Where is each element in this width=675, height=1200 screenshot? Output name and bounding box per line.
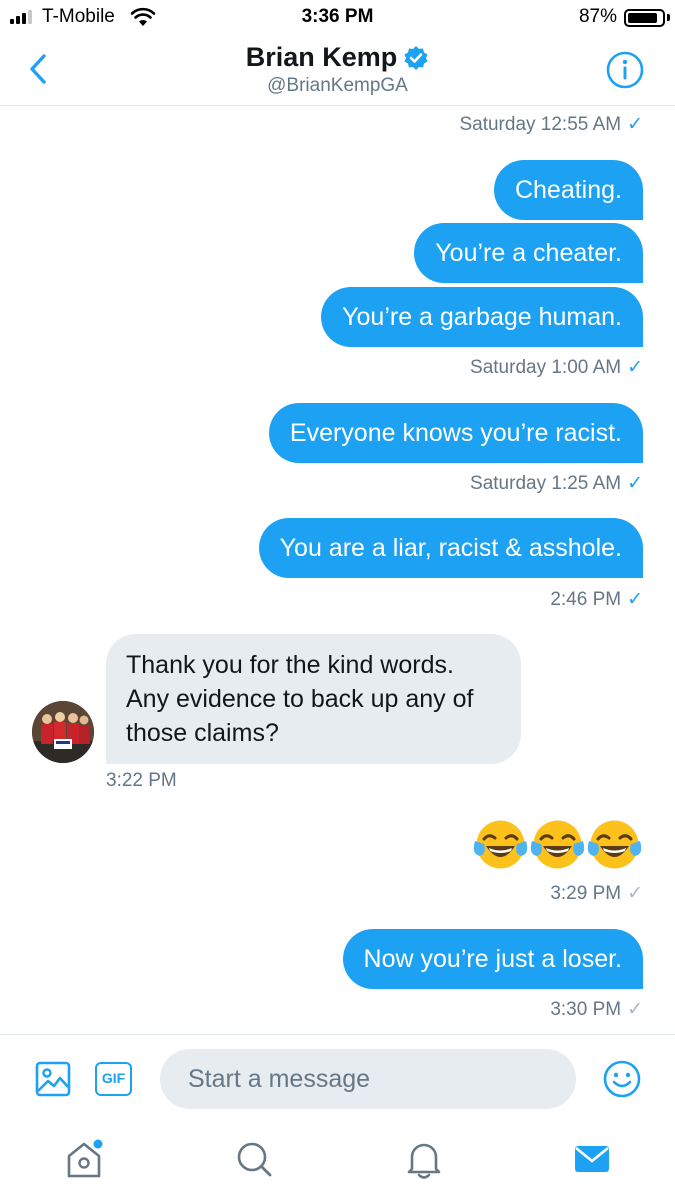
tears-of-joy-emoji-icon [530, 820, 585, 869]
avatar-photo [32, 701, 94, 763]
message-timestamp: 3:29 PM ✓ [550, 882, 643, 905]
status-clock: 3:36 PM [301, 6, 374, 27]
read-check-icon: ✓ [627, 589, 643, 610]
sent-check-icon: ✓ [627, 999, 643, 1020]
message-timestamp: 3:22 PM [106, 770, 177, 792]
battery-level [628, 13, 657, 23]
read-check-icon: ✓ [627, 114, 643, 135]
message-timestamp: 3:30 PM ✓ [550, 998, 643, 1021]
sent-message-bubble[interactable]: You’re a garbage human. [321, 287, 643, 347]
battery-nub [667, 14, 670, 21]
avatar[interactable] [32, 701, 94, 763]
timestamp-text: Saturday 1:00 AM [470, 356, 622, 378]
read-check-icon: ✓ [627, 357, 643, 378]
timestamp-text: 3:30 PM [550, 998, 622, 1020]
sent-emoji-message[interactable] [472, 816, 643, 873]
conversation-handle: @BrianKempGA [267, 75, 408, 96]
timestamp-text: 2:46 PM [550, 588, 622, 610]
sent-message-bubble[interactable]: Cheating. [493, 160, 643, 220]
timestamp-text: 3:22 PM [106, 770, 177, 791]
mail-icon[interactable] [572, 1138, 612, 1180]
message-timestamp: Saturday 1:00 AM ✓ [470, 356, 643, 379]
tears-of-joy-emoji-icon [587, 820, 642, 869]
tears-of-joy-emoji-icon [473, 820, 528, 869]
timestamp-text: Saturday 12:55 AM [459, 113, 622, 135]
timestamp-text: 3:29 PM [550, 882, 622, 904]
message-input[interactable] [160, 1049, 576, 1109]
search-icon[interactable] [234, 1138, 274, 1180]
battery-icon [624, 9, 665, 27]
sent-message-bubble[interactable]: You are a liar, racist & asshole. [258, 518, 643, 578]
home-icon[interactable] [64, 1138, 104, 1180]
received-message-bubble[interactable]: Thank you for the kind words. Any eviden… [106, 634, 521, 764]
message-timestamp: Saturday 12:55 AM ✓ [459, 113, 643, 136]
conversation-header: Brian Kemp @BrianKempGA [0, 34, 675, 106]
info-button[interactable] [605, 50, 645, 90]
sent-message-bubble[interactable]: Everyone knows you’re racist. [268, 403, 643, 463]
image-icon[interactable] [35, 1061, 71, 1097]
smiley-icon[interactable] [602, 1059, 642, 1099]
status-bar: T-Mobile 3:36 PM 87% [0, 0, 675, 34]
sent-check-icon: ✓ [627, 883, 643, 904]
conversation-title-block[interactable]: Brian Kemp @BrianKempGA [0, 42, 675, 97]
sent-message-bubble[interactable]: Now you’re just a loser. [342, 929, 643, 989]
sent-message-bubble[interactable]: You’re a cheater. [414, 223, 643, 283]
battery-percentage: 87% [578, 6, 617, 27]
gif-button[interactable]: GIF [95, 1062, 132, 1096]
tab-bar [0, 1122, 675, 1200]
timestamp-text: Saturday 1:25 AM [470, 472, 622, 494]
conversation-title: Brian Kemp [245, 42, 398, 72]
message-timestamp: Saturday 1:25 AM ✓ [470, 472, 643, 495]
notification-dot [93, 1139, 103, 1149]
bell-icon[interactable] [404, 1138, 444, 1180]
verified-badge-icon [404, 45, 428, 70]
message-timestamp: 2:46 PM ✓ [550, 588, 643, 611]
message-composer: GIF [0, 1034, 675, 1122]
read-check-icon: ✓ [627, 473, 643, 494]
